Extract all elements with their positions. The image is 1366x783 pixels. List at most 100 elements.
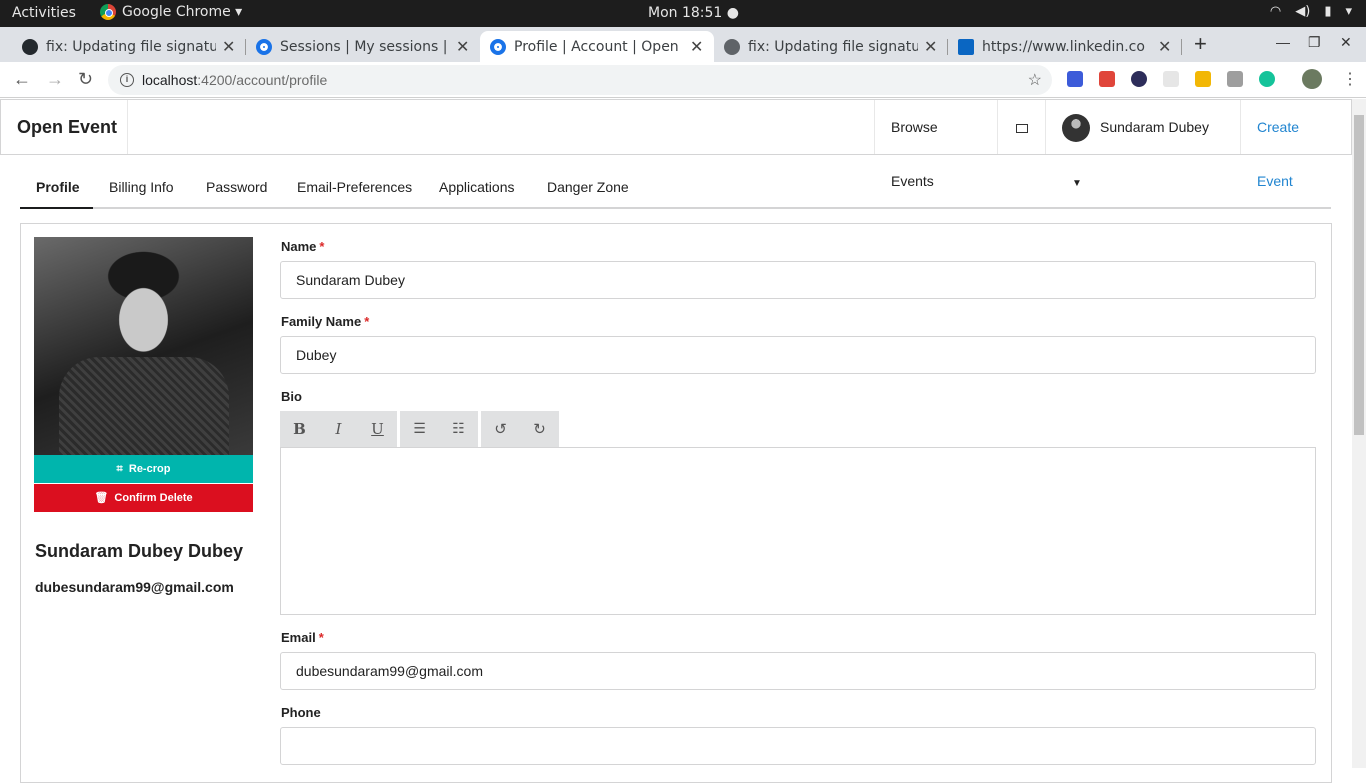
inbox-button[interactable]: [997, 100, 1046, 154]
browser-tab[interactable]: https://www.linkedin.co ✕: [948, 31, 1182, 62]
family-name-label: Family Name *: [281, 314, 370, 329]
extension-grid-icon[interactable]: [1163, 71, 1179, 87]
forward-icon[interactable]: →: [46, 69, 64, 90]
extension-angular-icon[interactable]: [1227, 71, 1243, 87]
phone-label: Phone: [281, 705, 321, 720]
bio-label: Bio: [281, 389, 302, 404]
clock[interactable]: Mon 18:51 ●: [648, 5, 739, 21]
italic-icon[interactable]: I: [319, 411, 358, 447]
browser-tab[interactable]: fix: Updating file signatu ✕: [714, 31, 948, 62]
profile-email: dubesundaram99@gmail.com: [35, 579, 234, 595]
extension-grammarly-icon[interactable]: [1259, 71, 1275, 87]
browser-tab[interactable]: Sessions | My sessions | O ✕: [246, 31, 480, 62]
linkedin-icon: [958, 38, 974, 55]
close-window-icon[interactable]: ✕: [1340, 34, 1352, 51]
bold-icon[interactable]: B: [280, 411, 319, 447]
app-navbar: Open Event Browse Events Sundaram Dubey▼…: [0, 99, 1352, 189]
envelope-icon: [1016, 123, 1028, 133]
battery-icon: ▮: [1324, 4, 1332, 19]
profile-full-name: Sundaram Dubey Dubey: [35, 541, 244, 561]
phone-field[interactable]: [280, 727, 1316, 765]
undo-icon[interactable]: ↺: [481, 411, 520, 447]
close-tab-icon[interactable]: ✕: [690, 37, 703, 56]
bookmark-star-icon[interactable]: ☆: [1028, 70, 1042, 90]
ordered-list-icon[interactable]: ☰: [400, 411, 439, 447]
restore-icon[interactable]: ❐: [1308, 34, 1321, 51]
github-icon: [22, 38, 38, 55]
recrop-button[interactable]: ⌗ Re-crop: [34, 455, 253, 483]
extension-e-icon[interactable]: [1099, 71, 1115, 87]
tab-billing-info[interactable]: Billing Info: [93, 167, 190, 209]
openevent-icon: [256, 38, 272, 55]
name-label: Name *: [281, 239, 325, 254]
app-menu[interactable]: Google Chrome ▾: [100, 4, 242, 20]
browse-events-link[interactable]: Browse Events: [874, 100, 998, 189]
openevent-icon: [490, 38, 506, 55]
browser-tab[interactable]: fix: Updating file signatu ✕: [12, 31, 246, 62]
tray-menu-icon: ▾: [1345, 4, 1352, 19]
underline-icon[interactable]: U: [358, 411, 397, 447]
activities-button[interactable]: Activities: [12, 5, 76, 21]
tab-danger-zone[interactable]: Danger Zone: [531, 167, 645, 209]
close-tab-icon[interactable]: ✕: [456, 37, 469, 56]
wifi-icon: ◠: [1269, 4, 1282, 19]
extension-honey-icon[interactable]: [1195, 71, 1211, 87]
confirm-delete-label: Confirm Delete: [114, 492, 193, 504]
family-name-field[interactable]: Dubey: [280, 336, 1316, 374]
profile-avatar-icon[interactable]: [1302, 69, 1322, 89]
extension-shield-icon[interactable]: [1067, 71, 1083, 87]
info-icon[interactable]: i: [120, 73, 134, 87]
profile-photo: [34, 237, 253, 455]
brand-logo[interactable]: Open Event: [1, 100, 128, 154]
system-tray[interactable]: ◠ ◀) ▮ ▾: [1270, 4, 1352, 19]
bio-toolbar: B I U ☰ ☷ ↺ ↻: [280, 411, 559, 447]
required-mark: *: [319, 239, 325, 254]
tab-profile[interactable]: Profile: [20, 167, 93, 209]
recrop-label: Re-crop: [128, 463, 171, 475]
email-field[interactable]: dubesundaram99@gmail.com: [280, 652, 1316, 690]
tab-applications[interactable]: Applications: [423, 167, 531, 209]
user-dropdown[interactable]: Sundaram Dubey▼: [1045, 100, 1241, 189]
confirm-delete-button[interactable]: 🗑 Confirm Delete: [34, 484, 253, 512]
page-scrollbar[interactable]: [1352, 99, 1366, 768]
volume-icon: ◀): [1295, 4, 1311, 19]
browser-tab-strip: fix: Updating file signatu ✕ Sessions | …: [0, 27, 1366, 62]
system-top-bar: Activities Google Chrome ▾ Mon 18:51 ● ◠…: [0, 0, 1366, 27]
create-event-link[interactable]: Create Event: [1240, 100, 1351, 189]
avatar: [1062, 114, 1090, 143]
address-bar[interactable]: i localhost:4200/account/profile ☆: [108, 65, 1052, 95]
new-tab-button[interactable]: +: [1194, 31, 1207, 57]
bio-editor[interactable]: [280, 447, 1316, 615]
browser-tab-title: fix: Updating file signatu: [46, 38, 216, 55]
close-tab-icon[interactable]: ✕: [924, 37, 937, 56]
chrome-menu-icon[interactable]: ⋮: [1342, 69, 1358, 89]
name-field[interactable]: Sundaram Dubey: [280, 261, 1316, 299]
close-tab-icon[interactable]: ✕: [1158, 37, 1171, 56]
account-tabs: Profile Billing Info Password Email-Pref…: [20, 167, 1331, 209]
user-name: Sundaram Dubey: [1100, 119, 1209, 135]
required-mark: *: [364, 314, 370, 329]
app-menu-label: Google Chrome ▾: [122, 4, 243, 20]
chrome-icon: [100, 4, 116, 20]
browser-tab-title: Profile | Account | Open E: [514, 38, 684, 55]
crop-icon: ⌗: [116, 463, 123, 475]
scrollbar-thumb[interactable]: [1354, 115, 1364, 435]
browser-tab-active[interactable]: Profile | Account | Open E ✕: [480, 31, 714, 62]
trash-icon: 🗑: [94, 492, 109, 504]
globe-icon: [724, 38, 740, 55]
back-icon[interactable]: ←: [13, 69, 31, 90]
browser-tab-title: https://www.linkedin.co: [982, 38, 1145, 55]
required-mark: *: [318, 630, 324, 645]
browser-tab-title: Sessions | My sessions | O: [280, 38, 450, 55]
tab-password[interactable]: Password: [190, 167, 283, 209]
tab-email-preferences[interactable]: Email-Preferences: [281, 167, 428, 209]
close-tab-icon[interactable]: ✕: [222, 37, 235, 56]
extension-download-icon[interactable]: [1131, 71, 1147, 87]
redo-icon[interactable]: ↻: [520, 411, 559, 447]
unordered-list-icon[interactable]: ☷: [439, 411, 478, 447]
reload-icon[interactable]: ↻: [78, 69, 93, 90]
browser-toolbar: ← → ↻ i localhost:4200/account/profile ☆…: [0, 62, 1366, 98]
browser-tab-title: fix: Updating file signatu: [748, 38, 918, 55]
email-label: Email *: [281, 630, 324, 645]
minimize-icon[interactable]: —: [1276, 34, 1290, 50]
